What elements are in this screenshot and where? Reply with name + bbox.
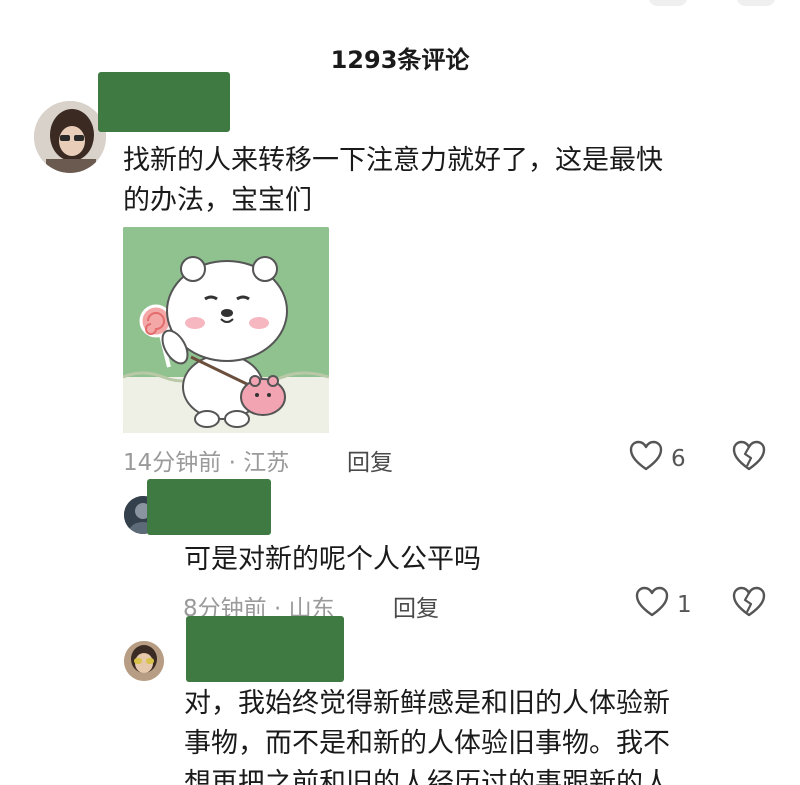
comment-meta: 14分钟前 · 江苏 xyxy=(123,450,290,476)
redacted-username xyxy=(147,479,271,535)
redacted-username xyxy=(98,72,230,132)
comment-text-line: 可是对新的呢个人公平吗 xyxy=(184,544,481,575)
like-button[interactable]: 6 xyxy=(629,440,686,478)
comment-text: 找新的人来转移一下注意力就好了，这是最快 的办法，宝宝们 xyxy=(123,141,783,221)
comment-text-line: 想再把之前和旧的人经历过的事跟新的人 xyxy=(184,768,670,785)
comment-count-title: 1293条评论 xyxy=(330,46,470,74)
reply-button[interactable]: 回复 xyxy=(347,443,393,477)
like-button[interactable]: 1 xyxy=(635,586,692,624)
top-close-pill[interactable] xyxy=(736,0,776,6)
comment-text-line: 找新的人来转移一下注意力就好了，这是最快 xyxy=(123,145,663,176)
broken-heart-icon xyxy=(732,440,766,476)
comment-text: 对，我始终觉得新鲜感是和旧的人体验新 事物，而不是和新的人体验旧事物。我不 想再… xyxy=(184,684,784,785)
comment-sticker-image[interactable] xyxy=(123,227,329,433)
reply-button[interactable]: 回复 xyxy=(393,589,439,623)
broken-heart-icon xyxy=(732,586,766,622)
comment-text-line: 的办法，宝宝们 xyxy=(123,185,312,216)
avatar[interactable] xyxy=(124,641,164,681)
dislike-button[interactable] xyxy=(732,586,766,622)
heart-outline-icon xyxy=(635,586,669,624)
comment-text-line: 对，我始终觉得新鲜感是和旧的人体验新 xyxy=(184,688,670,719)
avatar-photo xyxy=(124,641,164,681)
bear-sticker-illustration xyxy=(123,227,329,433)
redacted-username xyxy=(186,616,344,682)
dislike-button[interactable] xyxy=(732,440,766,476)
heart-outline-icon xyxy=(629,440,663,478)
avatar[interactable] xyxy=(34,101,106,173)
comment-text-line: 事物，而不是和新的人体验旧事物。我不 xyxy=(184,728,670,759)
like-count: 1 xyxy=(677,592,692,618)
top-action-pill[interactable] xyxy=(648,0,688,6)
comment-text: 可是对新的呢个人公平吗 xyxy=(184,540,784,580)
like-count: 6 xyxy=(671,446,686,472)
avatar-photo xyxy=(34,101,106,173)
